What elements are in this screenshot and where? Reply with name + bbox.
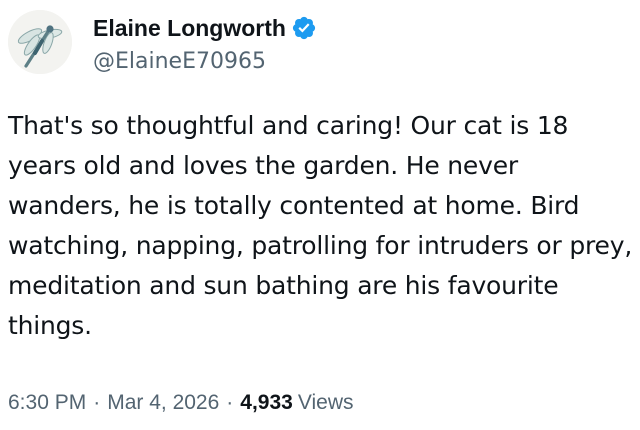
verified-badge-icon[interactable] [291, 15, 317, 41]
dragonfly-icon [8, 10, 72, 74]
tweet-meta: 6:30 PM · Mar 4, 2026 · 4,933 Views [8, 388, 354, 418]
author-handle[interactable]: @ElaineE70965 [93, 47, 266, 77]
avatar[interactable] [8, 10, 72, 74]
author-display-name[interactable]: Elaine Longworth [93, 13, 286, 43]
tweet-date[interactable]: Mar 4, 2026 [107, 388, 219, 418]
tweet-text: That's so thoughtful and caring! Our cat… [8, 111, 633, 340]
views-count[interactable]: 4,933 [240, 388, 293, 418]
tweet-time[interactable]: 6:30 PM [8, 388, 86, 418]
author-name-row: Elaine Longworth [93, 13, 317, 43]
views-label: Views [297, 391, 354, 414]
meta-separator: · [226, 391, 234, 414]
meta-separator: · [93, 391, 101, 414]
